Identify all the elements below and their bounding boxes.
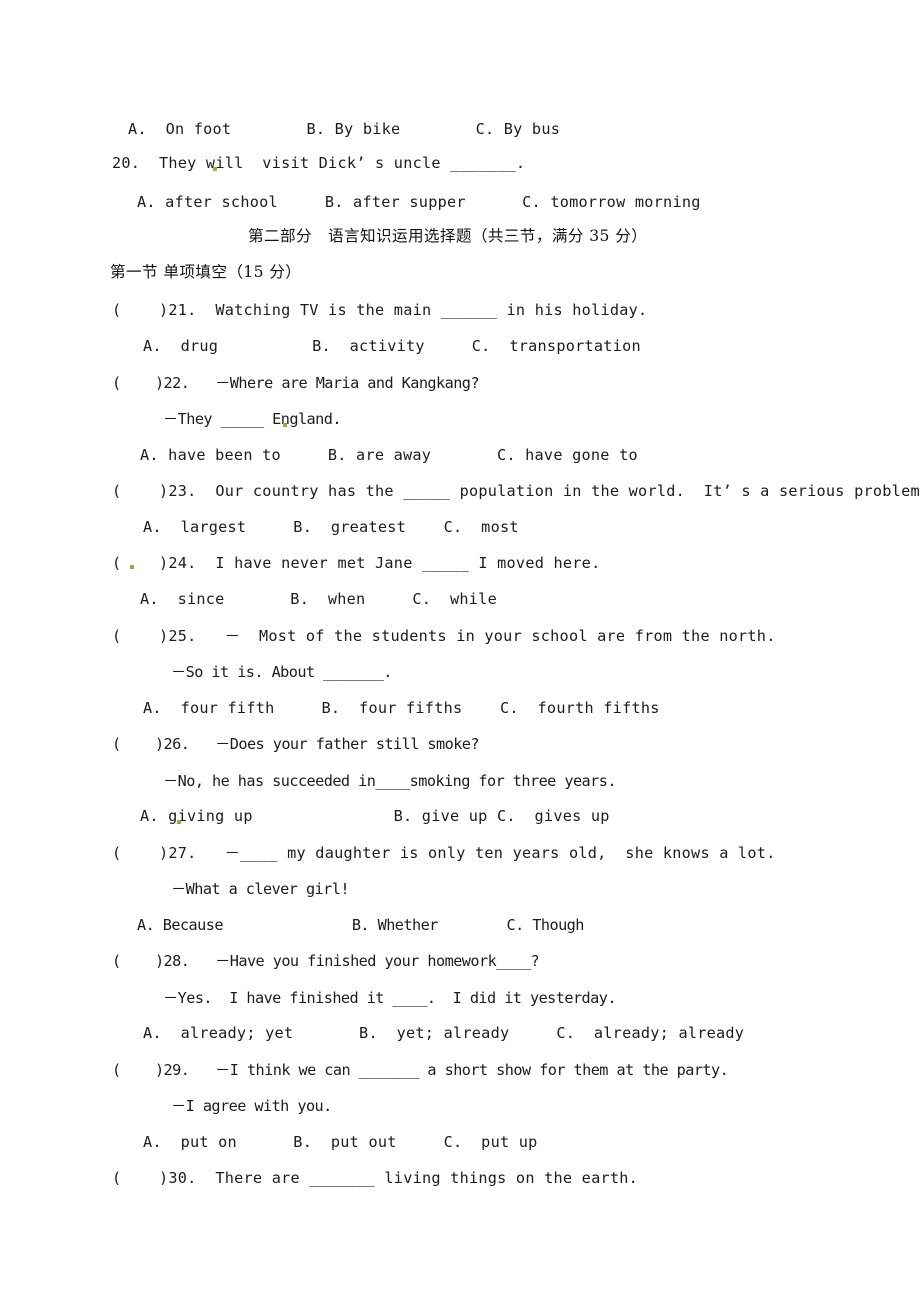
question-25-reply: －So it is. About _______. xyxy=(171,663,392,681)
question-28-options: A. already; yet B. yet; already C. alrea… xyxy=(143,1024,745,1042)
question-27-reply: －What a clever girl! xyxy=(171,880,349,898)
question-19-options: A. On foot B. By bike C. By bus xyxy=(128,120,561,138)
question-27-options: A. Because B. Whether C. Though xyxy=(137,916,584,934)
scan-speckle-3 xyxy=(130,565,134,569)
question-25-stem: ( )25. － Most of the students in your sc… xyxy=(112,627,776,645)
question-29-options: A. put on B. put out C. put up xyxy=(143,1133,538,1151)
scan-speckle-2 xyxy=(283,423,287,427)
question-28-stem: ( )28. －Have you finished your homework_… xyxy=(112,952,540,970)
question-21-options: A. drug B. activity C. transportation xyxy=(143,337,641,355)
question-29-reply: －I agree with you. xyxy=(171,1097,332,1115)
question-27-stem: ( )27. －____ my daughter is only ten yea… xyxy=(112,844,776,862)
question-23-options: A. largest B. greatest C. most xyxy=(143,518,519,536)
question-26-reply: －No, he has succeeded in____smoking for … xyxy=(163,772,616,790)
question-26-stem: ( )26. －Does your father still smoke? xyxy=(112,735,480,753)
section-one-heading: 第一节 单项填空（15 分） xyxy=(110,263,302,281)
question-22-options: A. have been to B. are away C. have gone… xyxy=(140,446,638,464)
question-25-options: A. four fifth B. four fifths C. fourth f… xyxy=(143,699,660,717)
question-20-options: A. after school B. after supper C. tomor… xyxy=(137,193,701,211)
question-20-stem: 20. They will visit Dick’ s uncle ______… xyxy=(112,154,526,172)
question-29-stem: ( )29. －I think we can _______ a short s… xyxy=(112,1061,729,1079)
scan-speckle-4 xyxy=(177,820,181,824)
question-28-reply: －Yes. I have finished it ____. I did it … xyxy=(163,989,616,1007)
question-23-stem: ( )23. Our country has the _____ populat… xyxy=(112,482,920,500)
question-24-stem: ( )24. I have never met Jane _____ I mov… xyxy=(112,554,601,572)
question-24-options: A. since B. when C. while xyxy=(140,590,497,608)
question-22-reply: －They _____ England. xyxy=(163,410,341,428)
question-30-stem: ( )30. There are _______ living things o… xyxy=(112,1169,639,1187)
scan-speckle-1 xyxy=(213,167,217,171)
part-two-heading: 第二部分 语言知识运用选择题（共三节，满分 35 分） xyxy=(248,227,648,245)
question-26-options: A. giving up B. give up C. gives up xyxy=(140,807,610,825)
exam-page: A. On foot B. By bike C. By bus 20. They… xyxy=(0,0,920,1302)
question-21-stem: ( )21. Watching TV is the main ______ in… xyxy=(112,301,648,319)
question-22-stem: ( )22. －Where are Maria and Kangkang? xyxy=(112,374,480,392)
